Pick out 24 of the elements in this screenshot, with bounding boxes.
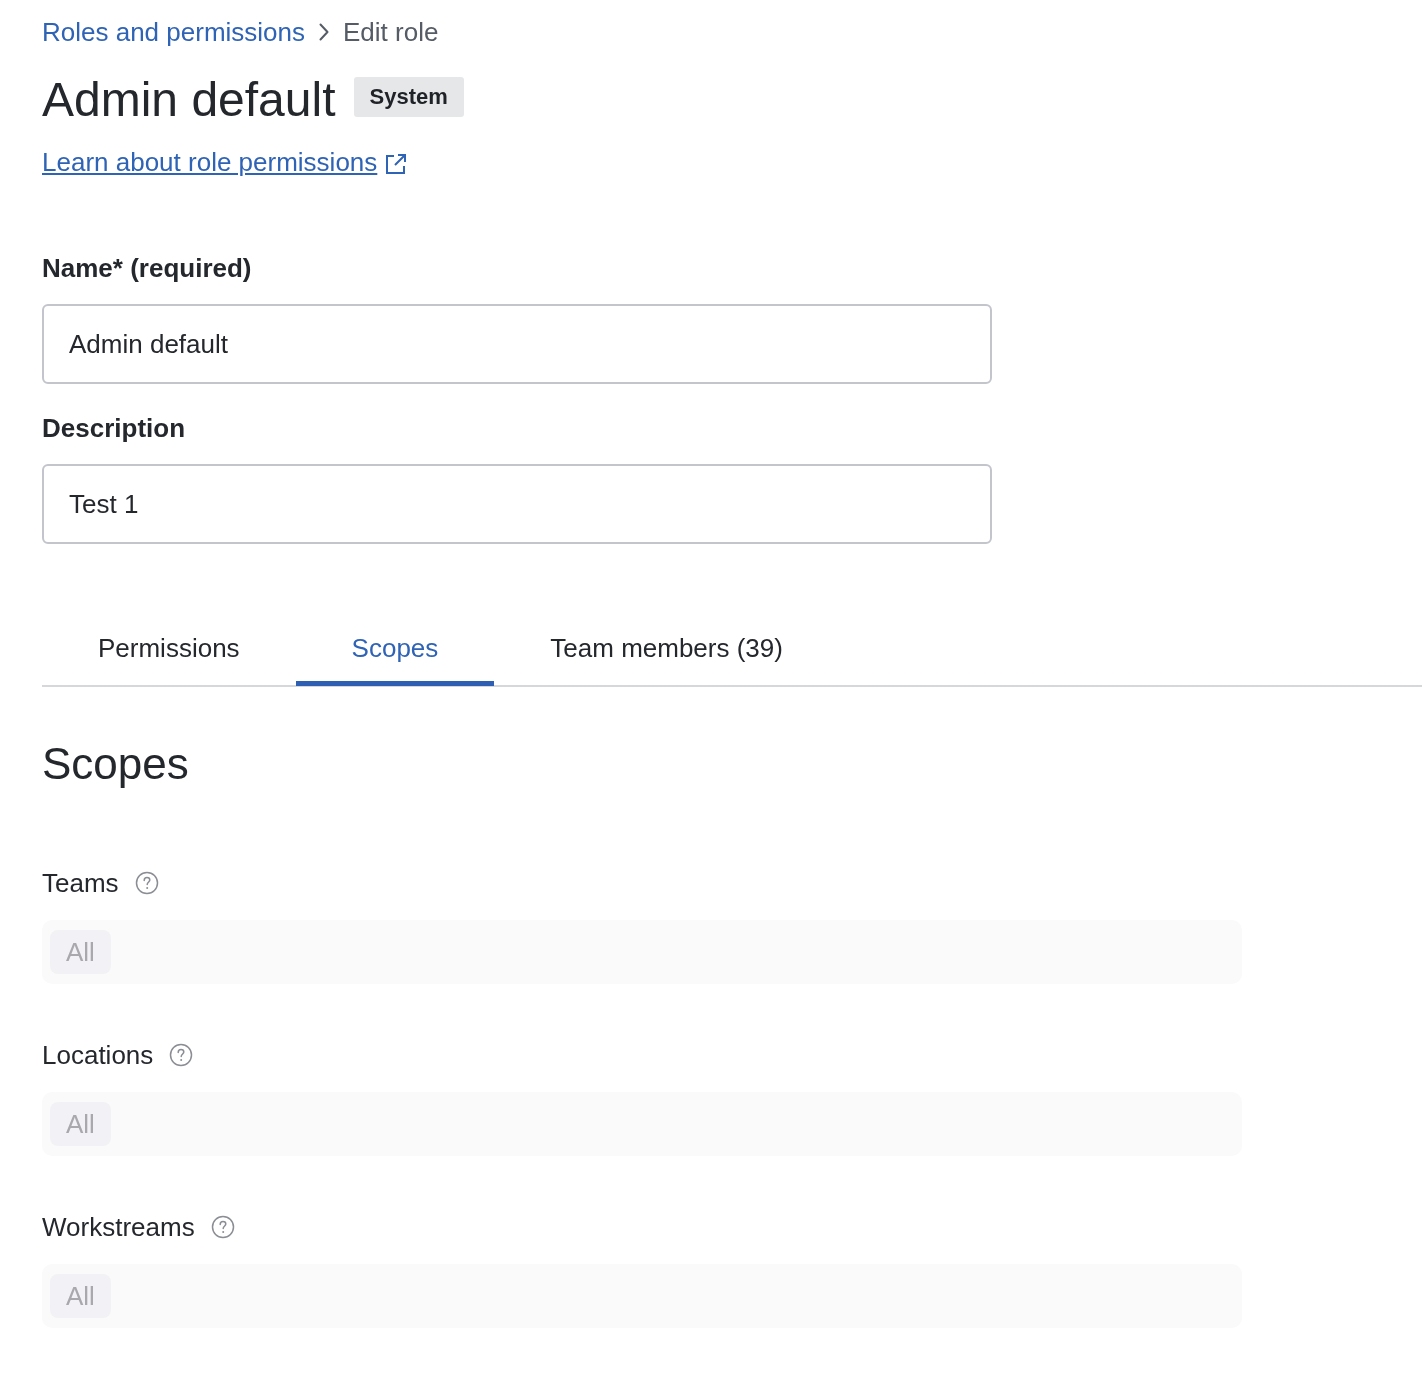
scope-label: Locations <box>42 1039 154 1071</box>
help-icon[interactable] <box>210 1215 235 1239</box>
scope-label: Teams <box>42 867 119 899</box>
tab[interactable]: Permissions <box>42 616 296 686</box>
field-label: Description <box>42 412 186 444</box>
external-link-icon[interactable] <box>385 153 408 175</box>
help-icon[interactable] <box>169 1043 194 1067</box>
scope-label: Workstreams <box>42 1211 195 1243</box>
scope-chip: All <box>50 930 111 974</box>
text-input[interactable]: Admin default <box>42 304 992 384</box>
tab[interactable]: Team members (39) <box>494 616 839 686</box>
chevron-right-icon <box>319 23 329 41</box>
section-heading: Scopes <box>42 738 189 790</box>
text-input[interactable]: Test 1 <box>42 464 992 544</box>
page-title: Admin default <box>42 72 336 128</box>
scope-chip: All <box>50 1274 111 1318</box>
tab[interactable]: Scopes <box>295 616 495 686</box>
scope-chip: All <box>50 1102 111 1146</box>
help-link[interactable]: Learn about role permissions <box>42 146 378 178</box>
field-label: Name* (required) <box>42 252 252 284</box>
breadcrumb-link[interactable]: Roles and permissions <box>42 14 305 50</box>
system-badge: System <box>353 77 464 117</box>
help-icon[interactable] <box>134 871 159 895</box>
breadcrumb-current: Edit role <box>343 16 439 49</box>
